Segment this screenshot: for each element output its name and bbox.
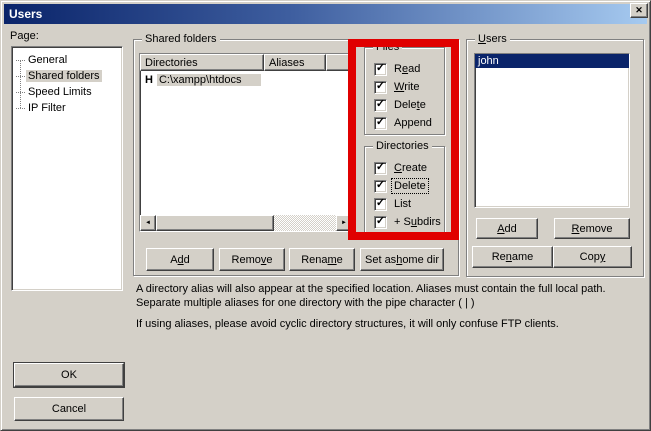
create-checkbox[interactable]: ✓ xyxy=(374,162,387,175)
scrollbar-thumb[interactable] xyxy=(156,215,274,231)
rename-folder-button[interactable]: Rename xyxy=(289,248,355,271)
tree-branch xyxy=(16,60,25,61)
close-icon[interactable]: ✕ xyxy=(630,3,648,18)
append-checkbox[interactable]: ✓ xyxy=(374,117,387,130)
column-header-aliases[interactable]: Aliases xyxy=(264,54,326,71)
scroll-left-icon[interactable]: ◄ xyxy=(140,215,156,231)
dir-delete-checkbox[interactable]: ✓ xyxy=(374,180,387,193)
check-icon: ✓ xyxy=(376,117,385,128)
page-tree: General Shared folders Speed Limits IP F… xyxy=(12,47,122,290)
right-arrow-glyph: ► xyxy=(341,220,347,226)
write-checkbox[interactable]: ✓ xyxy=(374,81,387,94)
page-item-ip-filter[interactable]: IP Filter xyxy=(12,100,122,116)
home-marker: H xyxy=(140,74,157,86)
check-icon: ✓ xyxy=(376,198,385,209)
page-item-shared-folders[interactable]: Shared folders xyxy=(12,68,122,84)
list-label: List xyxy=(392,197,413,211)
title-bar[interactable]: Users xyxy=(4,4,647,24)
window-title: Users xyxy=(9,7,42,21)
page-item-label: General xyxy=(26,54,69,66)
shared-folders-list[interactable]: Directories Aliases H C:\xampp\htdocs ◄ … xyxy=(139,53,353,232)
cancel-button[interactable]: Cancel xyxy=(14,397,124,421)
files-write-option[interactable]: ✓ Write xyxy=(365,78,444,96)
user-item-john[interactable]: john xyxy=(475,54,629,68)
directories-permissions-group: Directories ✓ Create ✓ Delete ✓ List ✓ +… xyxy=(364,146,445,233)
dirs-subdirs-option[interactable]: ✓ + Subdirs xyxy=(365,213,444,231)
check-icon: ✓ xyxy=(376,162,385,173)
list-checkbox[interactable]: ✓ xyxy=(374,198,387,211)
files-group-label: Files xyxy=(373,41,402,54)
scroll-right-icon[interactable]: ► xyxy=(336,215,352,231)
directories-group-label: Directories xyxy=(373,140,432,153)
subdirs-checkbox[interactable]: ✓ xyxy=(374,216,387,229)
shared-folders-group-label: Shared folders xyxy=(142,33,220,46)
tree-branch xyxy=(16,92,25,93)
set-as-home-dir-button[interactable]: Set as home dir xyxy=(360,248,444,271)
read-checkbox[interactable]: ✓ xyxy=(374,63,387,76)
page-listbox[interactable]: General Shared folders Speed Limits IP F… xyxy=(11,46,123,291)
ok-button[interactable]: OK xyxy=(14,363,124,387)
check-icon: ✓ xyxy=(376,180,385,191)
page-label: Page: xyxy=(10,30,39,42)
close-glyph: ✕ xyxy=(635,5,643,16)
create-label: Create xyxy=(392,161,429,175)
page-item-general[interactable]: General xyxy=(12,52,122,68)
dirs-list-option[interactable]: ✓ List xyxy=(365,195,444,213)
delete-checkbox[interactable]: ✓ xyxy=(374,99,387,112)
scrollbar-track[interactable] xyxy=(274,215,336,231)
directories-options: ✓ Create ✓ Delete ✓ List ✓ + Subdirs xyxy=(365,147,444,231)
dirs-create-option[interactable]: ✓ Create xyxy=(365,159,444,177)
check-icon: ✓ xyxy=(376,99,385,110)
directory-row[interactable]: H C:\xampp\htdocs xyxy=(140,72,352,87)
list-header: Directories Aliases xyxy=(140,54,352,71)
page-item-label: Shared folders xyxy=(26,70,102,82)
alias-note: A directory alias will also appear at th… xyxy=(136,282,636,310)
append-label: Append xyxy=(392,116,434,130)
read-label: Read xyxy=(392,62,422,76)
check-icon: ✓ xyxy=(376,81,385,92)
add-user-button[interactable]: Add xyxy=(476,218,538,239)
directory-path: C:\xampp\htdocs xyxy=(157,74,261,86)
write-label: Write xyxy=(392,80,421,94)
files-permissions-group: Files ✓ Read ✓ Write ✓ Delete ✓ Append xyxy=(364,47,445,135)
users-group-label: Users xyxy=(475,33,510,46)
copy-user-button[interactable]: Copy xyxy=(553,246,632,268)
users-listbox[interactable]: john xyxy=(474,53,630,208)
left-arrow-glyph: ◄ xyxy=(145,220,151,226)
page-item-label: IP Filter xyxy=(26,102,68,114)
rename-user-button[interactable]: Rename xyxy=(472,246,553,268)
tree-branch xyxy=(16,108,25,109)
subdirs-label: + Subdirs xyxy=(392,215,443,229)
users-dialog: Users ✕ Page: General Shared folders Spe… xyxy=(0,0,651,431)
remove-user-button[interactable]: Remove xyxy=(554,218,630,239)
page-item-label: Speed Limits xyxy=(26,86,94,98)
column-header-directories[interactable]: Directories xyxy=(140,54,264,71)
files-delete-option[interactable]: ✓ Delete xyxy=(365,96,444,114)
check-icon: ✓ xyxy=(376,216,385,227)
cyclic-note: If using aliases, please avoid cyclic di… xyxy=(136,317,646,331)
dirs-delete-option[interactable]: ✓ Delete xyxy=(365,177,444,195)
dir-delete-label: Delete xyxy=(392,179,428,193)
check-icon: ✓ xyxy=(376,63,385,74)
delete-label: Delete xyxy=(392,98,428,112)
files-options: ✓ Read ✓ Write ✓ Delete ✓ Append xyxy=(365,48,444,132)
files-read-option[interactable]: ✓ Read xyxy=(365,60,444,78)
add-folder-button[interactable]: Add xyxy=(146,248,214,271)
files-append-option[interactable]: ✓ Append xyxy=(365,114,444,132)
remove-folder-button[interactable]: Remove xyxy=(219,248,285,271)
horizontal-scrollbar[interactable]: ◄ ► xyxy=(140,215,352,231)
user-name: john xyxy=(478,55,499,67)
page-item-speed-limits[interactable]: Speed Limits xyxy=(12,84,122,100)
tree-branch xyxy=(16,76,25,77)
column-header-filler xyxy=(326,54,352,71)
